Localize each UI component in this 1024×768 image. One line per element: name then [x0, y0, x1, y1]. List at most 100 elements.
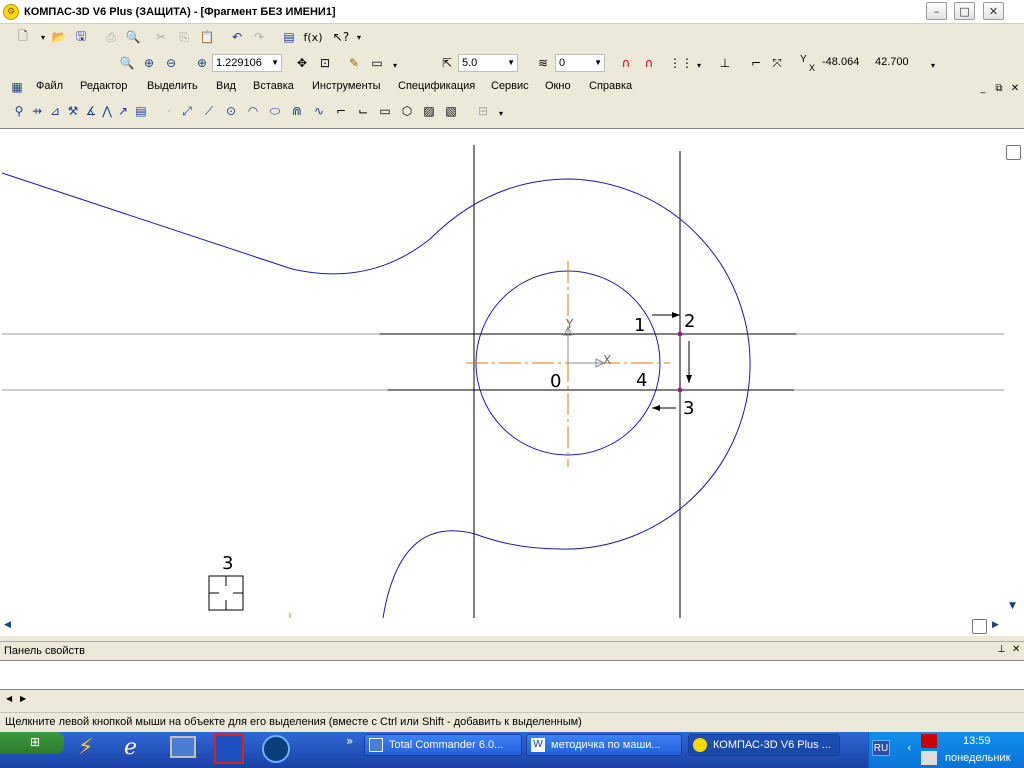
doc-close-icon[interactable]: ✕ — [1006, 79, 1024, 97]
maximize-button[interactable]: □ — [954, 2, 975, 20]
zoom-combo[interactable]: 1.229106 ▼ — [212, 54, 282, 72]
select-panel-icon[interactable]: ↗ — [114, 102, 132, 120]
floppy-icon[interactable] — [214, 734, 244, 764]
horizontal-scroll-thumb[interactable] — [972, 619, 987, 634]
notation-panel-icon[interactable]: ⊿ — [46, 102, 64, 120]
new-document-icon[interactable]: 🗋 — [14, 28, 32, 46]
save-icon[interactable]: 🖫 — [72, 28, 90, 46]
scroll-right-icon[interactable]: ▶ — [992, 620, 999, 630]
menu-specification[interactable]: Спецификация — [398, 80, 475, 92]
menu-select[interactable]: Выделить — [147, 80, 198, 92]
step-icon[interactable]: ⇱ — [438, 54, 456, 72]
macro-dropdown-icon[interactable]: ▾ — [492, 104, 510, 122]
local-cs-icon[interactable]: ⊥ — [716, 54, 734, 72]
layers-icon[interactable]: ≋ — [534, 54, 552, 72]
chamfer-icon[interactable]: ⌙ — [354, 102, 372, 120]
app-quicklaunch-icon[interactable] — [262, 735, 290, 763]
vertical-scrollbar[interactable]: ▼ — [1004, 129, 1024, 619]
quicklaunch-expand-icon[interactable]: » — [346, 734, 353, 748]
contour-icon[interactable]: ▧ — [442, 102, 460, 120]
copy-icon[interactable]: ⎘ — [175, 28, 193, 46]
round-off-icon[interactable]: ⤧ — [768, 54, 786, 72]
hatch-icon[interactable]: ▨ — [420, 102, 438, 120]
manager-icon[interactable]: ▤ — [280, 28, 298, 46]
local-snap-icon[interactable]: ∩ — [640, 54, 658, 72]
undo-icon[interactable]: ↶ — [228, 28, 246, 46]
menu-service[interactable]: Сервис — [491, 80, 529, 92]
geometry-panel-icon[interactable]: ⚲ — [10, 102, 28, 120]
ellipse-icon[interactable]: ⬭ — [266, 102, 284, 120]
variables-icon[interactable]: f(x) — [302, 28, 324, 46]
display-icon[interactable]: ▭ — [368, 54, 386, 72]
task-kompas[interactable]: КОМПАС-3D V6 Plus ... — [688, 734, 840, 756]
pin-icon[interactable]: ⊥ — [997, 644, 1006, 655]
segment-icon[interactable]: ⟋ — [200, 102, 218, 120]
macro-icon[interactable]: ⊟ — [474, 102, 492, 120]
zoom-window-icon[interactable]: ⊕ — [140, 54, 158, 72]
edit-panel-icon[interactable]: ⚒ — [64, 102, 82, 120]
cut-icon[interactable]: ✂ — [152, 28, 170, 46]
menu-help[interactable]: Справка — [589, 80, 632, 92]
refresh-icon[interactable]: ✎ — [345, 54, 363, 72]
scroll-left-icon[interactable]: ◀ — [4, 620, 11, 630]
show-desktop-icon[interactable] — [170, 736, 196, 758]
task-word-document[interactable]: W методичка по маши... — [526, 734, 682, 756]
panel-close-icon[interactable]: ✕ — [1012, 644, 1020, 655]
redo-icon[interactable]: ↷ — [250, 28, 268, 46]
spec-panel-icon[interactable]: ▤ — [132, 102, 150, 120]
close-button[interactable]: ✕ — [983, 2, 1004, 20]
help-dropdown-icon[interactable]: ▾ — [350, 28, 368, 46]
snap-magnet-icon[interactable]: ∩ — [617, 54, 635, 72]
arc-icon[interactable]: ◠ — [244, 102, 262, 120]
menu-file[interactable]: Файл — [36, 80, 63, 92]
fillet-icon[interactable]: ⌐ — [332, 102, 350, 120]
menu-insert[interactable]: Вставка — [253, 80, 294, 92]
print-icon[interactable]: ⎙ — [102, 28, 120, 46]
open-icon[interactable]: 📂 — [50, 28, 68, 46]
layer-combo[interactable]: 0 ▼ — [555, 54, 605, 72]
task-total-commander[interactable]: Total Commander 6.0... — [364, 734, 522, 756]
volume-tray-icon[interactable] — [921, 751, 937, 765]
polygon-icon[interactable]: ⬡ — [398, 102, 416, 120]
clock-time[interactable]: 13:59 — [963, 735, 991, 747]
scroll-down-icon[interactable]: ▼ — [1009, 601, 1016, 611]
grid-dropdown-icon[interactable]: ▾ — [690, 56, 708, 74]
start-button[interactable]: ⊞ — [0, 732, 64, 754]
show-all-icon[interactable]: ⊡ — [316, 54, 334, 72]
antivirus-tray-icon[interactable] — [921, 734, 937, 748]
paste-icon[interactable]: 📋 — [198, 28, 216, 46]
zoom-out-icon[interactable]: ⊖ — [162, 54, 180, 72]
zoom-in-icon[interactable]: 🔍 — [118, 54, 136, 72]
zoom-scale-icon[interactable]: ⊕ — [193, 54, 211, 72]
auxiliary-line-icon[interactable]: ⤢ — [178, 102, 196, 120]
ortho-icon[interactable]: ⌐ — [747, 54, 765, 72]
panel-next-icon[interactable]: ▶ — [20, 694, 26, 703]
pan-icon[interactable]: ✥ — [293, 54, 311, 72]
display-dropdown-icon[interactable]: ▾ — [386, 56, 404, 74]
circle-icon[interactable]: ⊙ — [222, 102, 240, 120]
menu-view[interactable]: Вид — [216, 80, 236, 92]
document-menu-icon[interactable]: ▦ — [8, 78, 26, 96]
internet-explorer-icon[interactable]: ℯ — [124, 735, 152, 763]
menu-window[interactable]: Окно — [545, 80, 571, 92]
winamp-icon[interactable]: ⚡ — [78, 735, 106, 763]
menu-edit[interactable]: Редактор — [80, 80, 127, 92]
rectangle-icon[interactable]: ▭ — [376, 102, 394, 120]
dimensions-panel-icon[interactable]: ⇸ — [28, 102, 46, 120]
point-icon[interactable]: · — [160, 102, 178, 120]
coords-dropdown-icon[interactable]: ▾ — [924, 56, 942, 74]
step-combo[interactable]: 5.0 ▼ — [458, 54, 518, 72]
print-preview-icon[interactable]: 🔍 — [124, 28, 142, 46]
grid-icon[interactable]: ⋮⋮ — [669, 54, 693, 72]
drawing-canvas[interactable]: 1 2 3 4 0 Y X 3 — [0, 128, 1024, 636]
vertical-scroll-thumb[interactable] — [1006, 145, 1021, 160]
menu-tools[interactable]: Инструменты — [312, 80, 381, 92]
panel-prev-icon[interactable]: ◀ — [6, 694, 12, 703]
minimize-button[interactable]: – — [926, 2, 947, 20]
spline-icon[interactable]: ∿ — [310, 102, 328, 120]
horizontal-scrollbar[interactable]: ◀ ▶ — [0, 619, 1004, 636]
tray-expand-icon[interactable]: ‹ — [907, 741, 911, 754]
language-indicator[interactable]: RU — [872, 740, 890, 756]
help-pointer-icon[interactable]: ↖? — [332, 28, 350, 46]
polyline-icon[interactable]: ⋒ — [288, 102, 306, 120]
